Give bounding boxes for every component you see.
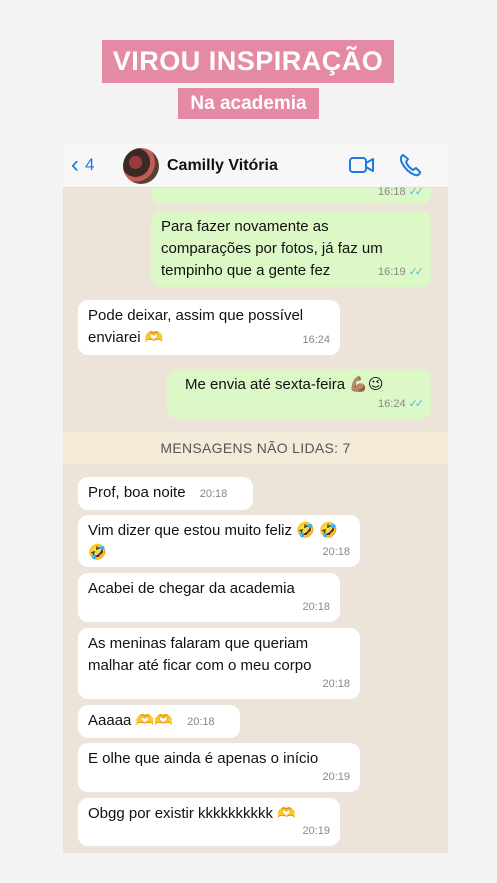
message-time: 20:18 bbox=[187, 716, 215, 728]
unread-count: 4 bbox=[85, 155, 95, 174]
message-text: Prof, boa noite bbox=[88, 484, 186, 501]
message-incoming[interactable]: Vim dizer que estou muito feliz 🤣 🤣🤣 20:… bbox=[78, 515, 360, 567]
chevron-left-icon: ‹ bbox=[71, 151, 79, 178]
message-time: 20:19 bbox=[322, 771, 350, 783]
message-incoming[interactable]: E olhe que ainda é apenas o início 20:19 bbox=[78, 743, 360, 792]
message-time: 20:19 bbox=[302, 825, 330, 837]
title-badge: VIROU INSPIRAÇÃO bbox=[102, 40, 394, 83]
double-check-icon: ✓✓ bbox=[408, 398, 425, 410]
message-incoming[interactable]: Aaaaa 🫶🫶 20:18 bbox=[78, 705, 240, 738]
message-incoming[interactable]: Prof, boa noite 20:18 bbox=[78, 477, 253, 510]
message-text: Obgg por existir kkkkkkkkkk 🫶 bbox=[88, 805, 296, 822]
message-incoming[interactable]: Obgg por existir kkkkkkkkkk 🫶 20:19 bbox=[78, 798, 340, 846]
message-text: E olhe que ainda é apenas o início bbox=[88, 750, 319, 767]
message-text: Me envia até sexta-feira 💪🏽😉 bbox=[185, 376, 384, 393]
message-time: 16:24 bbox=[302, 334, 330, 346]
message-time: 20:18 bbox=[199, 488, 228, 500]
back-button[interactable]: ‹ 4 bbox=[71, 153, 94, 177]
message-time: 16:19 bbox=[378, 266, 406, 278]
phone-call-icon[interactable] bbox=[399, 153, 421, 177]
message-time: 20:18 bbox=[322, 546, 350, 558]
message-time: 16:24 bbox=[378, 398, 406, 410]
message-text: As meninas falaram que queriam malhar at… bbox=[88, 635, 312, 674]
video-call-icon[interactable] bbox=[349, 155, 375, 175]
message-outgoing[interactable]: 16:18 ✓✓ bbox=[151, 186, 431, 204]
avatar[interactable] bbox=[123, 148, 159, 184]
message-text: Acabei de chegar da academia bbox=[88, 580, 295, 597]
double-check-icon: ✓✓ bbox=[408, 266, 425, 278]
message-text: Vim dizer que estou muito feliz 🤣 🤣🤣 bbox=[88, 522, 338, 561]
message-text: Aaaaa 🫶🫶 bbox=[88, 712, 173, 729]
message-time: 20:18 bbox=[322, 678, 350, 690]
message-outgoing[interactable]: Para fazer novamente as comparações por … bbox=[151, 211, 431, 287]
message-incoming[interactable]: Pode deixar, assim que possível enviarei… bbox=[78, 300, 340, 355]
double-check-icon: ✓✓ bbox=[408, 186, 425, 198]
message-time: 16:18 bbox=[378, 186, 406, 198]
message-outgoing[interactable]: Me envia até sexta-feira 💪🏽😉 16:24 ✓✓ bbox=[167, 369, 431, 419]
message-incoming[interactable]: As meninas falaram que queriam malhar at… bbox=[78, 628, 360, 699]
message-text: Para fazer novamente as comparações por … bbox=[161, 218, 383, 279]
contact-name[interactable]: Camilly Vitória bbox=[167, 157, 278, 175]
chat-screen: ‹ 4 Camilly Vitória 16:18 ✓✓ Para fazer … bbox=[63, 143, 448, 853]
subtitle-badge: Na academia bbox=[178, 88, 319, 119]
message-text: Pode deixar, assim que possível enviarei… bbox=[88, 307, 304, 346]
unread-messages-banner: MENSAGENS NÃO LIDAS: 7 bbox=[63, 432, 448, 464]
message-time: 20:18 bbox=[302, 601, 330, 613]
message-incoming[interactable]: Acabei de chegar da academia 20:18 bbox=[78, 573, 340, 622]
